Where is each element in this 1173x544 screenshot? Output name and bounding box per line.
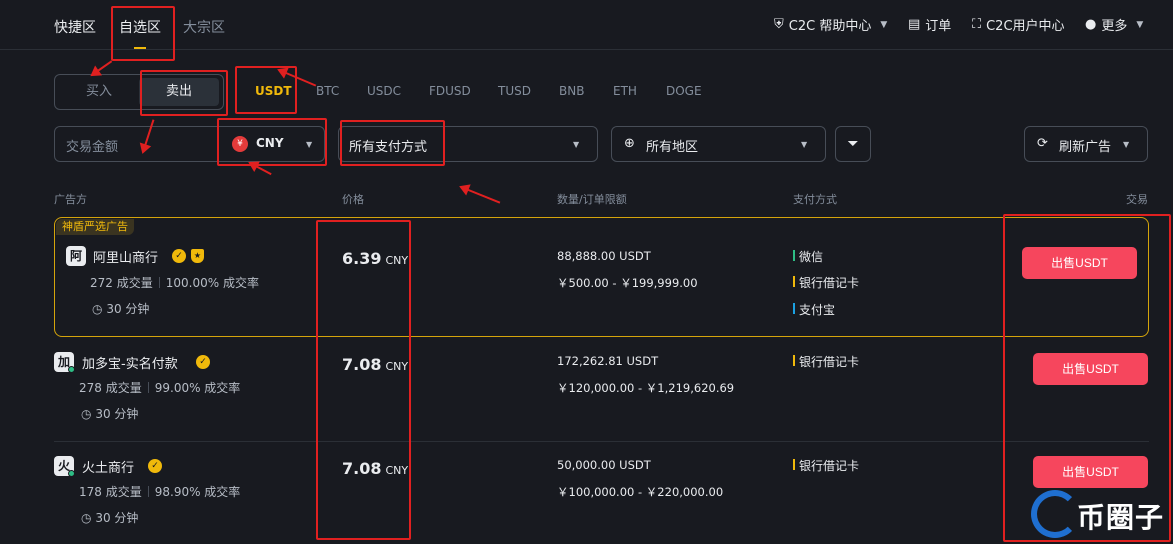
time-value: 30 分钟 — [95, 511, 139, 525]
clock-icon: ◷ — [92, 302, 103, 316]
tab-quick[interactable]: 快捷区 — [54, 17, 96, 37]
completion-rate: 99.00% 成交率 — [154, 381, 241, 395]
clock-icon: ◷ — [81, 511, 92, 525]
coin-tab-doge[interactable]: DOGE — [666, 84, 702, 98]
available-quantity: 50,000.00 USDT — [557, 458, 651, 472]
payment-method: 微信 — [793, 248, 823, 265]
watermark-text: 币圈子 — [1077, 501, 1165, 534]
order-limit: ￥100,000.00 - ￥220,000.00 — [557, 485, 724, 499]
time-value: 30 分钟 — [95, 407, 139, 421]
verified-icon: ✓ — [148, 459, 162, 473]
order-limit: ￥500.00 - ￥199,999.00 — [557, 276, 698, 290]
more-icon: ● — [1085, 17, 1097, 32]
help-center-label: C2C 帮助中心 — [788, 19, 872, 34]
merchant-stats: 272 成交量 100.00% 成交率 — [90, 274, 259, 291]
chevron-down-icon: ▼ — [1136, 19, 1144, 30]
time-value: 30 分钟 — [106, 302, 150, 316]
user-center-label: C2C用户中心 — [986, 19, 1065, 34]
order-count: 278 成交量 — [79, 381, 142, 395]
help-center-link[interactable]: ⛨ C2C 帮助中心 ▼ — [774, 15, 887, 34]
chevron-down-icon: ▼ — [880, 19, 888, 30]
more-menu[interactable]: ● 更多 ▼ — [1085, 15, 1143, 34]
annotation-box — [340, 120, 445, 166]
payment-time: ◷ 30 分钟 — [81, 405, 138, 422]
verified-icon: ✓ — [196, 355, 210, 369]
payment-time: ◷ 30 分钟 — [92, 300, 149, 317]
coin-tab-usdc[interactable]: USDC — [367, 84, 401, 98]
payment-method: 银行借记卡 — [793, 353, 859, 370]
orders-label: 订单 — [925, 19, 952, 34]
buy-tab[interactable]: 买入 — [57, 75, 141, 109]
annotation-box — [111, 6, 175, 61]
refresh-icon: ⟳ — [1037, 136, 1048, 151]
row-divider — [54, 441, 1149, 442]
header-payment: 支付方式 — [793, 193, 837, 206]
coin-tab-bnb[interactable]: BNB — [559, 84, 584, 98]
help-icon: ⛨ — [774, 17, 784, 32]
amount-input[interactable]: 交易金额 — [66, 136, 118, 155]
merchant-name[interactable]: 加多宝-实名付款 — [82, 353, 178, 372]
shield-icon: ★ — [191, 249, 204, 263]
coin-tab-btc[interactable]: BTC — [316, 84, 339, 98]
chevron-down-icon: ▼ — [801, 140, 808, 149]
coin-tab-fdusd[interactable]: FDUSD — [429, 84, 471, 98]
watermark-logo-icon — [1031, 490, 1079, 538]
coin-tab-tusd[interactable]: TUSD — [498, 84, 531, 98]
document-icon: ▤ — [908, 17, 921, 32]
coin-tab-eth[interactable]: ETH — [613, 84, 637, 98]
completion-rate: 100.00% 成交率 — [165, 276, 259, 290]
available-quantity: 172,262.81 USDT — [557, 354, 659, 368]
online-status-dot — [68, 470, 75, 477]
available-quantity: 88,888.00 USDT — [557, 249, 651, 263]
chevron-down-icon: ▼ — [1123, 140, 1130, 149]
header-price: 价格 — [342, 193, 364, 206]
header-trade: 交易 — [1126, 193, 1148, 206]
refresh-select[interactable]: ⟳ 刷新广告 ▼ — [1024, 126, 1148, 162]
header-limits: 数量/订单限额 — [557, 193, 627, 206]
payment-method: 银行借记卡 — [793, 457, 859, 474]
tab-block[interactable]: 大宗区 — [183, 17, 225, 37]
merchant-stats: 178 成交量 98.90% 成交率 — [79, 483, 240, 500]
order-count: 178 成交量 — [79, 485, 142, 499]
verified-icon: ✓ — [172, 249, 186, 263]
chevron-down-icon: ▼ — [573, 140, 580, 149]
user-center-link[interactable]: ⛶ C2C用户中心 — [972, 15, 1065, 34]
globe-icon: ⊕ — [624, 136, 635, 151]
orders-link[interactable]: ▤ 订单 — [908, 15, 951, 34]
user-center-icon: ⛶ — [972, 17, 982, 32]
avatar[interactable]: 阿 — [66, 246, 86, 266]
annotation-arrow — [460, 186, 501, 204]
annotation-box — [217, 118, 327, 166]
merchant-stats: 278 成交量 99.00% 成交率 — [79, 379, 240, 396]
payment-time: ◷ 30 分钟 — [81, 509, 138, 526]
order-count: 272 成交量 — [90, 276, 153, 290]
filter-button[interactable]: ⏷ — [835, 126, 871, 162]
top-nav: 快捷区 自选区 大宗区 ⛨ C2C 帮助中心 ▼ ▤ 订单 ⛶ C2C用户中心 … — [0, 0, 1173, 50]
watermark: 币圈子 — [1027, 488, 1173, 544]
promo-tag: 神盾严选广告 — [56, 219, 134, 235]
online-status-dot — [68, 366, 75, 373]
region-value: 所有地区 — [646, 140, 699, 155]
refresh-label: 刷新广告 — [1059, 140, 1112, 155]
annotation-box — [316, 220, 411, 540]
payment-method: 银行借记卡 — [793, 274, 859, 291]
payment-method: 支付宝 — [793, 301, 835, 318]
more-label: 更多 — [1101, 19, 1128, 34]
filter-icon: ⏷ — [847, 136, 859, 152]
merchant-name[interactable]: 火土商行 — [82, 457, 134, 476]
clock-icon: ◷ — [81, 407, 92, 421]
merchant-name[interactable]: 阿里山商行 — [93, 247, 158, 266]
annotation-box — [140, 70, 228, 116]
order-limit: ￥120,000.00 - ￥1,219,620.69 — [557, 381, 735, 395]
header-advertiser: 广告方 — [54, 193, 87, 206]
completion-rate: 98.90% 成交率 — [154, 485, 241, 499]
region-select[interactable]: ⊕ 所有地区 ▼ — [611, 126, 826, 162]
